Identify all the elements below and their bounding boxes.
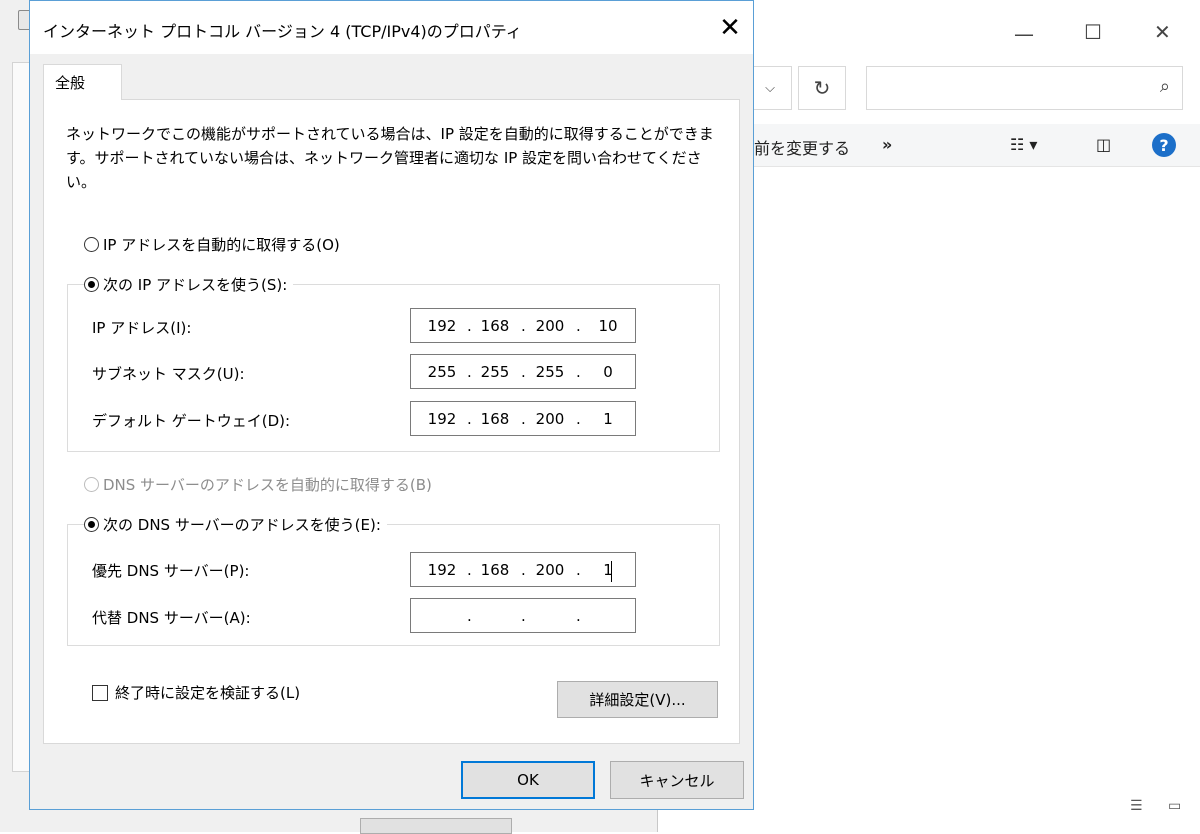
ip-auto-label: IP アドレスを自動的に取得する(O) — [103, 236, 340, 254]
octet-separator: . — [521, 607, 526, 625]
octet-4: 10 — [598, 317, 618, 335]
details-view-icon[interactable]: ☰ — [1130, 798, 1143, 814]
radio-button-selected-icon — [84, 517, 99, 532]
cancel-button[interactable]: キャンセル — [610, 761, 744, 799]
maximize-button[interactable]: ☐ — [1084, 22, 1102, 42]
ip-manual-label: 次の IP アドレスを使う(S): — [103, 276, 288, 294]
octet-separator: . — [576, 363, 581, 381]
octet-2: 168 — [480, 561, 510, 579]
tab-general[interactable]: 全般 — [43, 64, 122, 100]
advanced-button[interactable]: 詳細設定(V)... — [557, 681, 718, 718]
minimize-button[interactable]: — — [1014, 24, 1034, 44]
dialog-titlebar: インターネット プロトコル バージョン 4 (TCP/IPv4)のプロパティ ✕ — [30, 1, 753, 54]
ok-button[interactable]: OK — [461, 761, 595, 799]
more-commands-button[interactable]: » — [882, 135, 892, 154]
octet-separator: . — [521, 363, 526, 381]
preview-pane-icon[interactable]: ◫ — [1096, 135, 1111, 154]
ip-address-field[interactable]: 192 . 168 . 200 . 10 — [410, 308, 636, 343]
validate-on-exit-label: 終了時に設定を検証する(L) — [115, 684, 301, 702]
octet-3: 255 — [535, 363, 565, 381]
help-icon[interactable]: ? — [1152, 133, 1176, 157]
chevron-down-icon: ⌵ — [765, 80, 775, 96]
dns-auto-label: DNS サーバーのアドレスを自動的に取得する(B) — [103, 476, 432, 494]
octet-separator: . — [467, 363, 472, 381]
close-icon[interactable]: ✕ — [707, 1, 753, 54]
octet-2: 255 — [480, 363, 510, 381]
octet-1: 255 — [427, 363, 457, 381]
octet-3: 200 — [535, 410, 565, 428]
description-text: ネットワークでこの機能がサポートされている場合は、IP 設定を自動的に取得するこ… — [66, 125, 714, 191]
octet-separator: . — [467, 607, 472, 625]
octet-1: 192 — [427, 561, 457, 579]
dns-manual-radio[interactable]: 次の DNS サーバーのアドレスを使う(E): — [84, 514, 387, 535]
octet-separator: . — [467, 317, 472, 335]
octet-4: 1 — [603, 561, 613, 579]
refresh-button[interactable]: ↻ — [798, 66, 846, 110]
octet-3: 200 — [535, 317, 565, 335]
octet-3: 200 — [535, 561, 565, 579]
preferred-dns-field[interactable]: 192 . 168 . 200 . 1 — [410, 552, 636, 587]
ip-manual-radio[interactable]: 次の IP アドレスを使う(S): — [84, 274, 294, 295]
radio-button-icon — [84, 237, 99, 252]
validate-on-exit-checkbox[interactable]: 終了時に設定を検証する(L) — [92, 682, 307, 703]
dns-auto-radio[interactable]: DNS サーバーのアドレスを自動的に取得する(B) — [84, 474, 438, 495]
default-gateway-field[interactable]: 192 . 168 . 200 . 1 — [410, 401, 636, 436]
octet-separator: . — [576, 410, 581, 428]
octet-1: 192 — [427, 317, 457, 335]
octet-2: 168 — [480, 410, 510, 428]
history-dropdown-button[interactable]: ⌵ — [748, 66, 792, 110]
octet-2: 168 — [480, 317, 510, 335]
octet-separator: . — [467, 561, 472, 579]
refresh-icon: ↻ — [813, 76, 831, 100]
alternate-dns-field[interactable]: . . . — [410, 598, 636, 633]
close-window-button[interactable]: ✕ — [1154, 22, 1171, 42]
search-input[interactable]: ⌕ — [866, 66, 1183, 110]
change-view-icon[interactable]: ☷ ▾ — [1010, 135, 1037, 154]
octet-4: 1 — [603, 410, 613, 428]
octet-separator: . — [521, 410, 526, 428]
octet-separator: . — [576, 561, 581, 579]
octet-separator: . — [576, 607, 581, 625]
search-icon: ⌕ — [1159, 76, 1170, 97]
ip-auto-radio[interactable]: IP アドレスを自動的に取得する(O) — [84, 234, 346, 255]
tcpip-properties-dialog: インターネット プロトコル バージョン 4 (TCP/IPv4)のプロパティ ✕… — [29, 0, 754, 810]
alternate-dns-label: 代替 DNS サーバー(A): — [92, 609, 251, 627]
subnet-mask-label: サブネット マスク(U): — [92, 365, 245, 383]
dns-manual-label: 次の DNS サーバーのアドレスを使う(E): — [103, 516, 381, 534]
radio-button-selected-icon — [84, 277, 99, 292]
octet-separator: . — [521, 317, 526, 335]
rename-command[interactable]: 前を変更する — [754, 135, 850, 159]
octet-separator: . — [467, 410, 472, 428]
octet-separator: . — [521, 561, 526, 579]
octet-1: 192 — [427, 410, 457, 428]
general-tab-panel: ネットワークでこの機能がサポートされている場合は、IP 設定を自動的に取得するこ… — [43, 99, 740, 744]
ip-address-label: IP アドレス(I): — [92, 319, 192, 337]
dialog-title: インターネット プロトコル バージョン 4 (TCP/IPv4)のプロパティ — [43, 22, 522, 41]
default-gateway-label: デフォルト ゲートウェイ(D): — [92, 412, 291, 430]
preferred-dns-label: 優先 DNS サーバー(P): — [92, 562, 250, 580]
octet-4: 0 — [603, 363, 613, 381]
subnet-mask-field[interactable]: 255 . 255 . 255 . 0 — [410, 354, 636, 389]
octet-separator: . — [576, 317, 581, 335]
large-icons-view-icon[interactable]: ▭ — [1168, 798, 1181, 814]
radio-button-icon — [84, 477, 99, 492]
text-cursor — [611, 561, 612, 582]
checkbox-icon — [92, 684, 108, 701]
